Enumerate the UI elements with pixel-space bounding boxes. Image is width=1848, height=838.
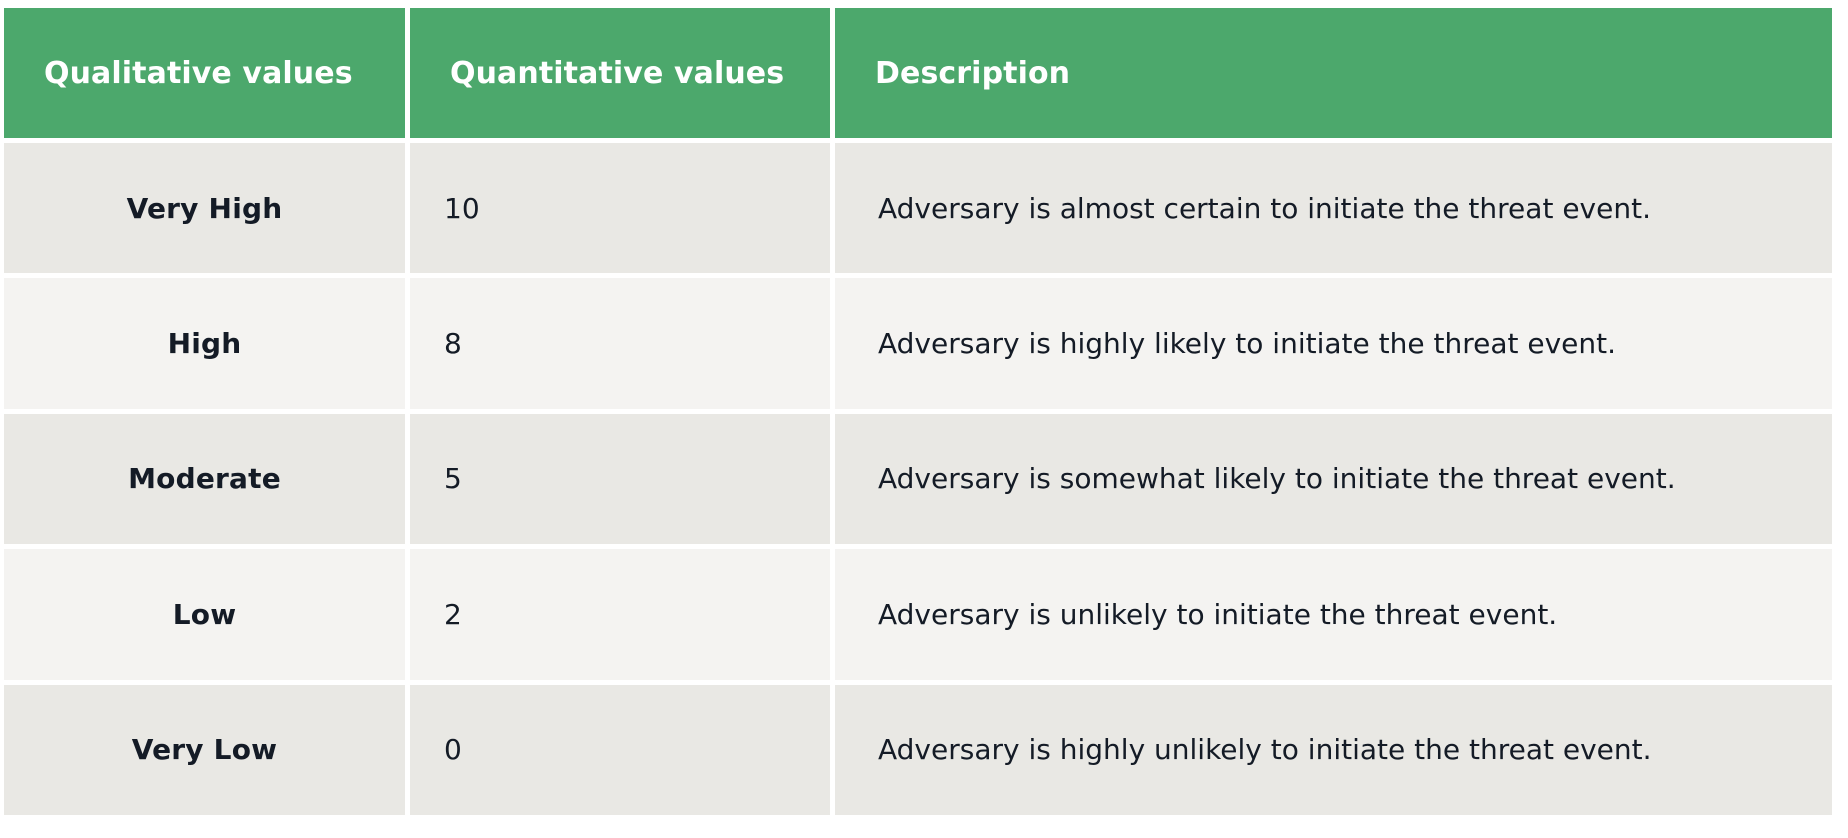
table-row: Low 2 Adversary is unlikely to initiate … bbox=[4, 549, 1832, 680]
column-header-qualitative-values: Qualitative values bbox=[4, 8, 405, 138]
cell-quantitative-value: 10 bbox=[410, 143, 830, 274]
column-header-description: Description bbox=[835, 8, 1832, 138]
table-row: Moderate 5 Adversary is somewhat likely … bbox=[4, 413, 1832, 545]
table-header: Qualitative values Quantitative values D… bbox=[4, 8, 1832, 138]
table-row: High 8 Adversary is highly likely to ini… bbox=[4, 278, 1832, 409]
threat-likelihood-table: Qualitative values Quantitative values D… bbox=[0, 3, 1837, 820]
cell-qualitative-value: High bbox=[4, 278, 405, 409]
table-body: Very High 10 Adversary is almost certain… bbox=[4, 143, 1832, 815]
cell-qualitative-value: Moderate bbox=[4, 413, 405, 545]
cell-qualitative-value: Very Low bbox=[4, 684, 405, 815]
cell-qualitative-value: Very High bbox=[4, 143, 405, 274]
cell-quantitative-value: 8 bbox=[410, 278, 830, 409]
table-row: Very High 10 Adversary is almost certain… bbox=[4, 143, 1832, 274]
cell-description: Adversary is highly likely to initiate t… bbox=[835, 278, 1832, 409]
table-row: Very Low 0 Adversary is highly unlikely … bbox=[4, 684, 1832, 815]
cell-description: Adversary is somewhat likely to initiate… bbox=[835, 413, 1832, 545]
cell-description: Adversary is unlikely to initiate the th… bbox=[835, 549, 1832, 680]
column-header-quantitative-values: Quantitative values bbox=[410, 8, 830, 138]
cell-description: Adversary is highly unlikely to initiate… bbox=[835, 684, 1832, 815]
table-container: Qualitative values Quantitative values D… bbox=[0, 0, 1848, 838]
cell-quantitative-value: 0 bbox=[410, 684, 830, 815]
table-header-row: Qualitative values Quantitative values D… bbox=[4, 8, 1832, 138]
cell-description: Adversary is almost certain to initiate … bbox=[835, 143, 1832, 274]
cell-quantitative-value: 2 bbox=[410, 549, 830, 680]
cell-qualitative-value: Low bbox=[4, 549, 405, 680]
cell-quantitative-value: 5 bbox=[410, 413, 830, 545]
